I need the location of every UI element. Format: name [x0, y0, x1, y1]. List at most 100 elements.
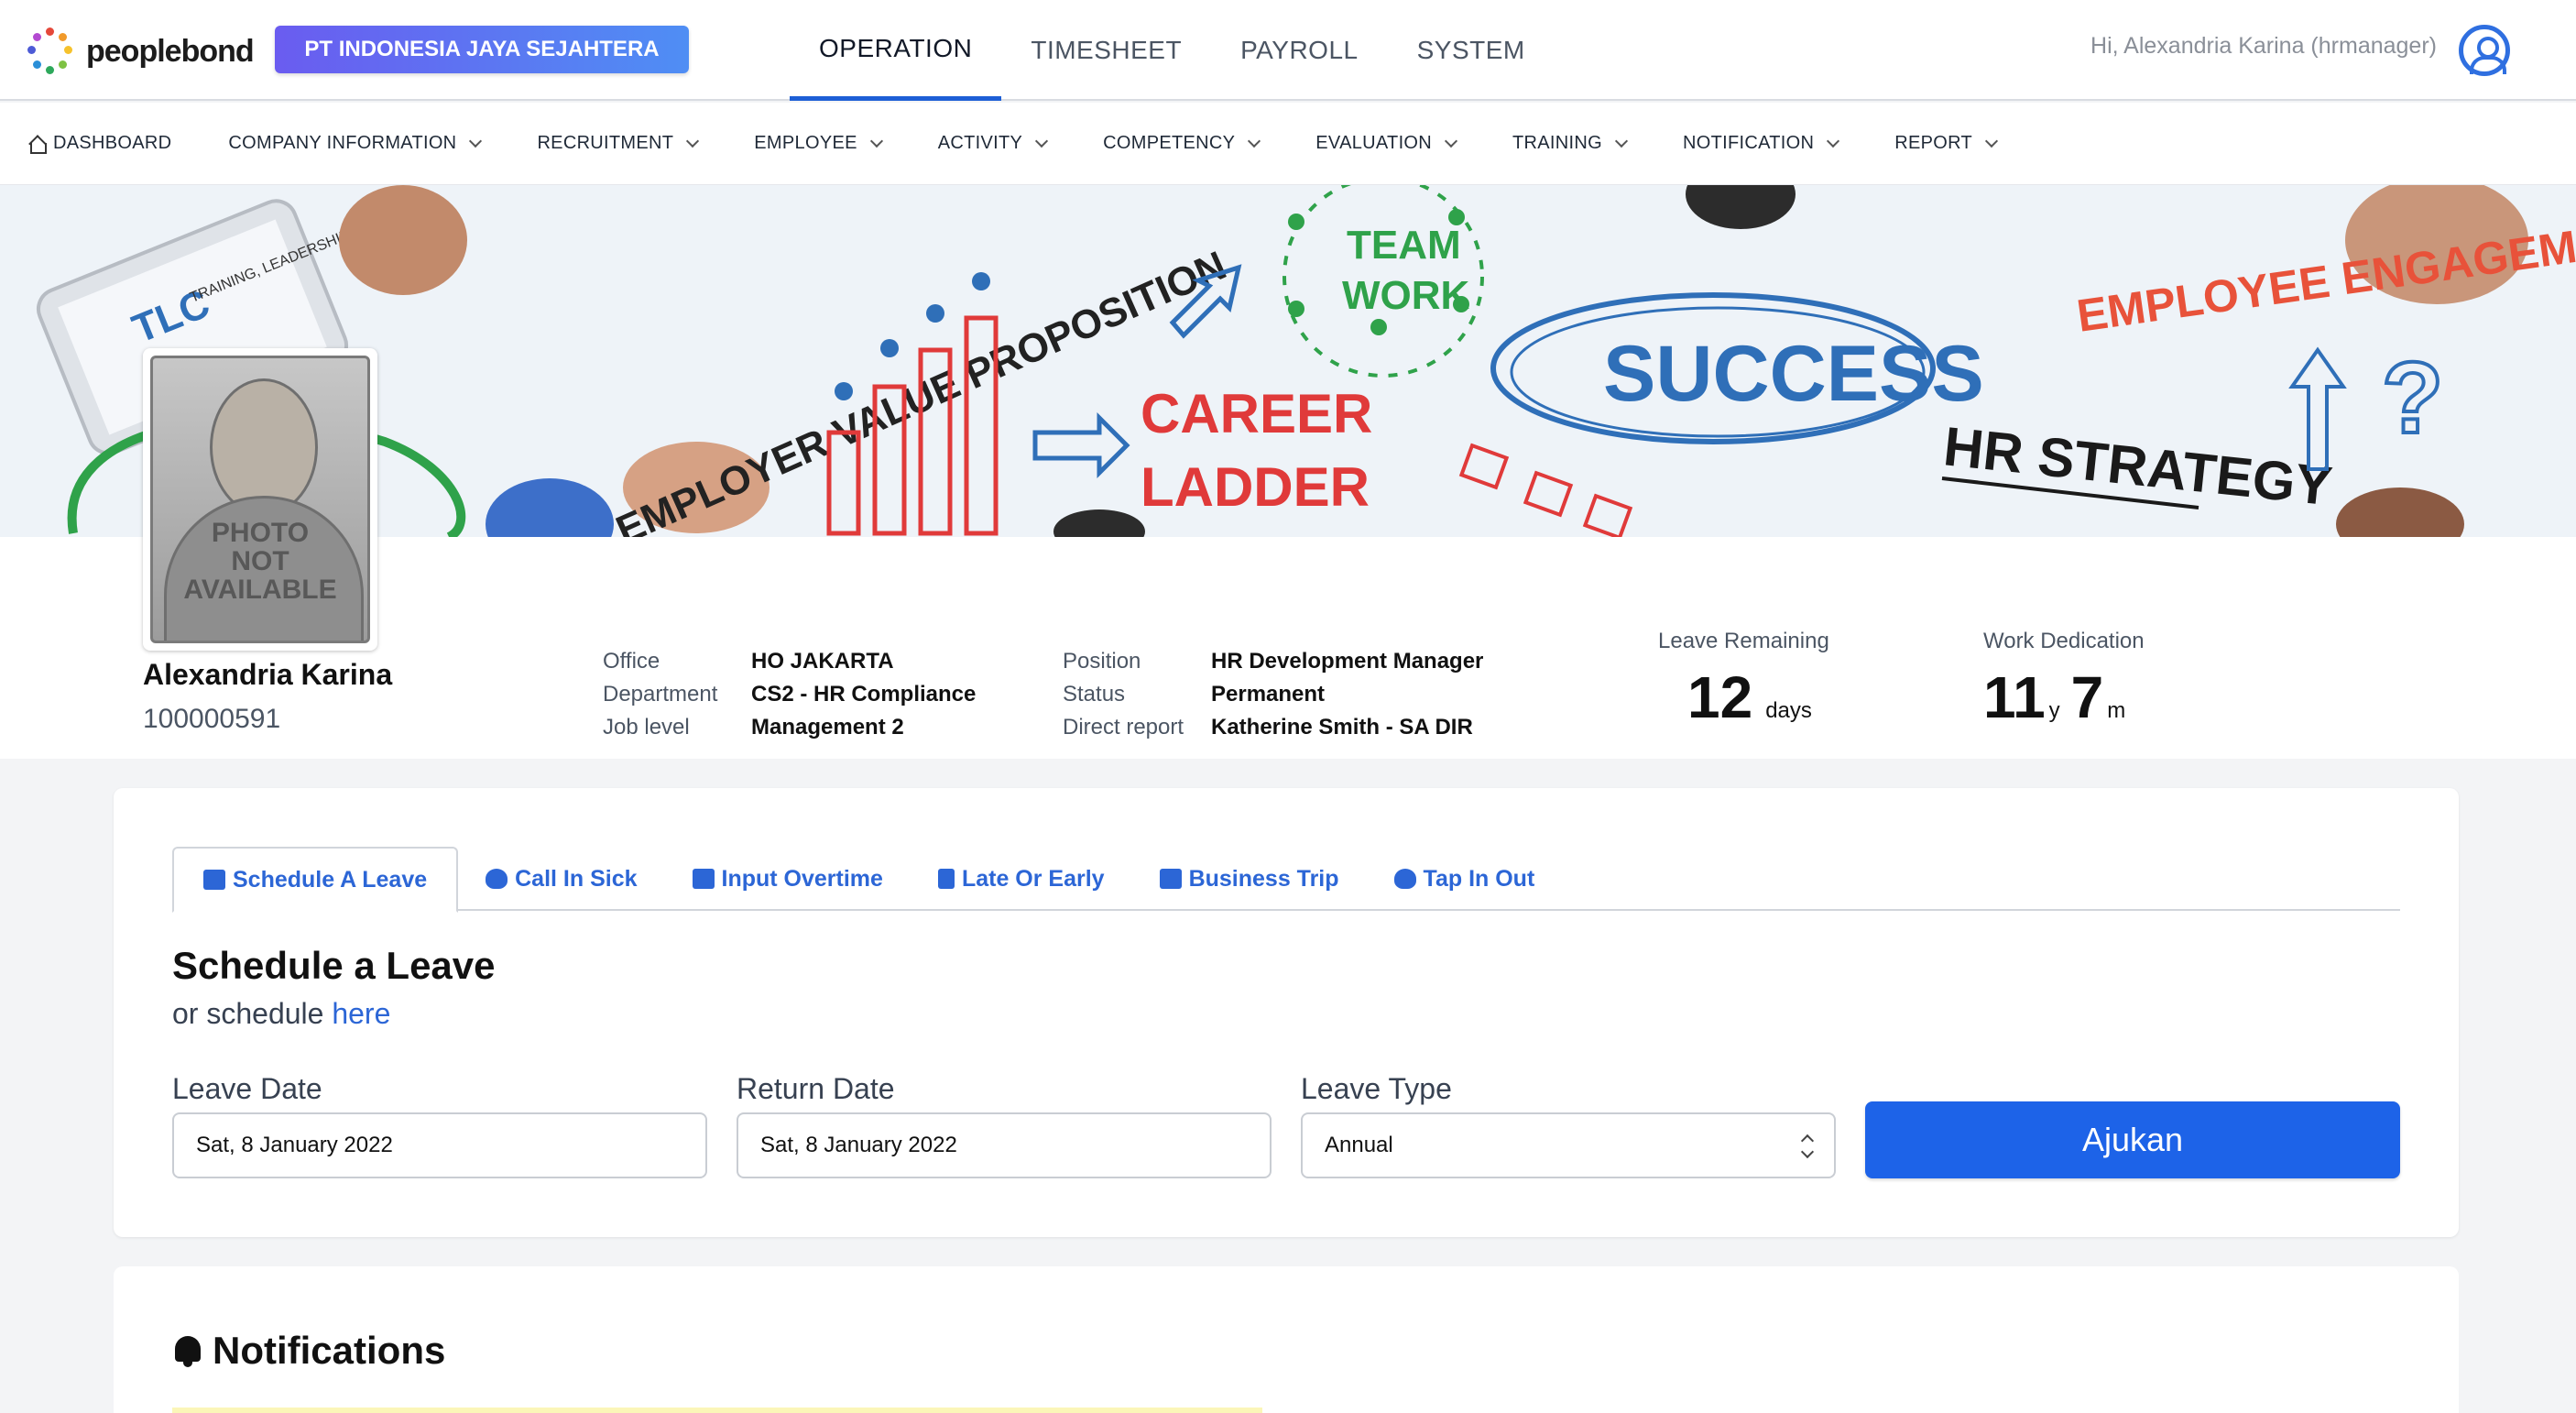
- photo-placeholder-text: PHOTO NOT AVAILABLE: [183, 518, 337, 605]
- logo-icon: [24, 26, 75, 77]
- nav-label: COMPETENCY: [1103, 133, 1236, 153]
- leave-date-input[interactable]: Sat, 8 January 2022: [172, 1112, 707, 1178]
- tab-call-in-sick[interactable]: Call In Sick: [458, 847, 664, 911]
- office-value: HO JAKARTA: [751, 649, 894, 674]
- user-account-icon[interactable]: [2459, 25, 2510, 76]
- avatar-placeholder: PHOTO NOT AVAILABLE: [150, 356, 370, 643]
- chevron-down-icon: [1248, 134, 1261, 148]
- nav-label: DASHBOARD: [53, 133, 172, 153]
- svg-text:?: ?: [2382, 342, 2443, 455]
- profile-photo[interactable]: PHOTO NOT AVAILABLE: [143, 348, 377, 651]
- direct-report-label: Direct report: [1063, 715, 1184, 739]
- user-clock-icon: [1393, 869, 1416, 889]
- employee-id: 100000591: [143, 704, 281, 734]
- app-logo[interactable]: peoplebond: [24, 24, 255, 79]
- tab-late-or-early[interactable]: Late Or Early: [911, 847, 1132, 911]
- schedule-here-link[interactable]: here: [332, 997, 390, 1030]
- top-bar: peoplebond PT INDONESIA JAYA SEJAHTERA O…: [0, 0, 2576, 101]
- main-tabs: OPERATION TIMESHEET PAYROLL SYSTEM: [790, 0, 1555, 101]
- nav-activity[interactable]: ACTIVITY: [938, 133, 1049, 154]
- tab-label: Input Overtime: [721, 865, 883, 892]
- nav-label: RECRUITMENT: [537, 133, 674, 153]
- submit-button[interactable]: Ajukan: [1865, 1101, 2400, 1178]
- employee-info-right: Position HR Development Manager Status Per…: [1063, 645, 1483, 744]
- banner-text: LADDER: [1141, 456, 1370, 518]
- nav-label: TRAINING: [1512, 133, 1602, 153]
- leave-type-value: Annual: [1325, 1133, 1393, 1157]
- request-tabs: Schedule A Leave Call In Sick Input Over…: [172, 847, 2400, 913]
- bell-icon: [172, 1334, 203, 1367]
- department-value: CS2 - HR Compliance: [751, 682, 977, 706]
- dedication-years-unit: y: [2048, 698, 2060, 723]
- nav-notification[interactable]: NOTIFICATION: [1683, 133, 1840, 154]
- nav-label: EVALUATION: [1315, 133, 1433, 153]
- notification-item[interactable]: [172, 1408, 1262, 1413]
- tab-tap-in-out[interactable]: Tap In Out: [1367, 847, 1563, 911]
- tab-timesheet[interactable]: TIMESHEET: [1001, 0, 1211, 101]
- tab-label: Tap In Out: [1423, 865, 1535, 892]
- tab-system[interactable]: SYSTEM: [1388, 0, 1555, 101]
- profile-banner: TLC TRAINING, LEADERSHIP CONSULTING EMPL…: [0, 185, 2576, 537]
- nav-label: EMPLOYEE: [754, 133, 857, 153]
- banner-illustration: TLC TRAINING, LEADERSHIP CONSULTING EMPL…: [36, 185, 2576, 537]
- nav-evaluation[interactable]: EVALUATION: [1315, 133, 1458, 154]
- user-greeting: Hi, Alexandria Karina (hrmanager): [2090, 33, 2437, 59]
- tab-label: Schedule A Leave: [233, 866, 428, 893]
- tab-payroll[interactable]: PAYROLL: [1211, 0, 1388, 101]
- company-selector[interactable]: PT INDONESIA JAYA SEJAHTERA: [275, 26, 689, 73]
- tab-operation[interactable]: OPERATION: [790, 0, 1002, 101]
- suitcase-rolling-icon: [1159, 869, 1182, 889]
- return-date-input[interactable]: Sat, 8 January 2022: [737, 1112, 1272, 1178]
- nav-dashboard[interactable]: DASHBOARD: [27, 133, 171, 154]
- tab-label: Call In Sick: [515, 865, 638, 892]
- briefcase-icon: [203, 870, 225, 890]
- leave-type-label: Leave Type: [1301, 1072, 1452, 1105]
- logo-text: peoplebond: [86, 33, 255, 69]
- leave-remaining-label: Leave Remaining: [1658, 629, 1829, 653]
- employee-info-left: Office HO JAKARTA Department CS2 - HR Comp…: [603, 645, 976, 744]
- status-value: Permanent: [1211, 682, 1326, 706]
- chevron-down-icon: [1444, 134, 1458, 148]
- work-dedication: Work Dedication 11 y 7 m: [1983, 629, 2145, 731]
- leave-date-label: Leave Date: [172, 1072, 322, 1105]
- leave-remaining: Leave Remaining 12 days: [1658, 629, 1829, 731]
- sub-navigation: DASHBOARD COMPANY INFORMATION RECRUITMEN…: [0, 103, 2576, 185]
- nav-label: NOTIFICATION: [1683, 133, 1815, 153]
- nav-training[interactable]: TRAINING: [1512, 133, 1629, 154]
- dedication-months: 7: [2070, 664, 2104, 730]
- head-side-cough-icon: [486, 869, 508, 889]
- chevron-down-icon: [1984, 134, 1999, 148]
- tab-schedule-leave[interactable]: Schedule A Leave: [172, 847, 459, 913]
- banner-text: CAREER: [1141, 383, 1372, 444]
- home-icon: [27, 136, 47, 154]
- direct-report-value: Katherine Smith - SA DIR: [1211, 715, 1473, 739]
- nav-employee[interactable]: EMPLOYEE: [754, 133, 883, 154]
- tab-business-trip[interactable]: Business Trip: [1132, 847, 1367, 911]
- tab-input-overtime[interactable]: Input Overtime: [665, 847, 911, 911]
- leave-type-select[interactable]: Annual: [1301, 1112, 1836, 1178]
- position-value: HR Development Manager: [1211, 649, 1484, 674]
- chevron-down-icon: [1035, 134, 1049, 148]
- nav-label: REPORT: [1894, 133, 1973, 153]
- chevron-down-icon: [1827, 134, 1840, 148]
- banner-text: SUCCESS: [1603, 330, 1984, 418]
- suitcase-icon: [937, 869, 955, 889]
- form-subtitle: or schedule here: [172, 997, 391, 1030]
- select-arrows-icon: [1801, 1133, 1814, 1160]
- nav-recruitment[interactable]: RECRUITMENT: [537, 133, 700, 154]
- banner-text: WORK: [1342, 273, 1470, 318]
- form-title: Schedule a Leave: [172, 944, 496, 987]
- nav-company-information[interactable]: COMPANY INFORMATION: [228, 133, 483, 154]
- nav-competency[interactable]: COMPETENCY: [1103, 133, 1261, 154]
- leave-remaining-value: 12: [1687, 664, 1753, 730]
- notifications-card: Notifications: [114, 1266, 2459, 1413]
- chevron-down-icon: [869, 134, 883, 148]
- department-label: Department: [603, 682, 718, 706]
- chevron-down-icon: [686, 134, 700, 148]
- chevron-down-icon: [1614, 134, 1629, 148]
- nav-report[interactable]: REPORT: [1894, 133, 1999, 154]
- work-dedication-label: Work Dedication: [1983, 629, 2145, 653]
- banner-text: TEAM: [1347, 223, 1461, 268]
- employee-name: Alexandria Karina: [143, 658, 393, 691]
- dedication-months-unit: m: [2107, 698, 2126, 723]
